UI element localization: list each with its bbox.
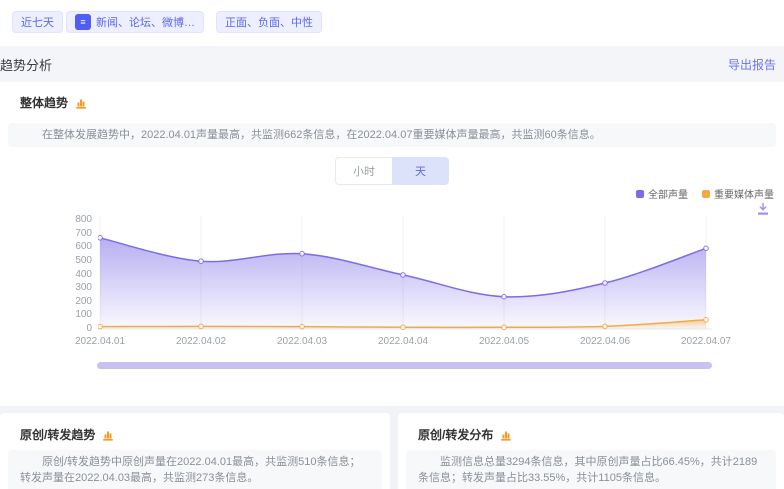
card-title-row: 原创/转发分布 xyxy=(418,426,513,443)
filter-media-types-label: 新闻、论坛、微博… xyxy=(96,14,195,30)
y-tick: 800 xyxy=(75,215,92,225)
y-tick: 300 xyxy=(75,283,92,293)
original-repost-trend-card: 原创/转发趋势 原创/转发趋势中原创声量在2022.04.01最高，共监测510… xyxy=(0,413,390,489)
y-tick: 700 xyxy=(75,229,92,239)
legend-item-total[interactable]: 全部声量 xyxy=(636,186,688,201)
overall-trend-title-row: 整体趋势 xyxy=(20,94,88,111)
legend-marker-total xyxy=(636,190,644,198)
overall-summary: 在整体发展趋势中，2022.04.01声量最高，共监测662条信息，在2022.… xyxy=(8,123,776,147)
card-title: 原创/转发分布 xyxy=(418,426,493,443)
filter-sentiments[interactable]: 正面、负面、中性 xyxy=(216,11,322,33)
media-source-icon: ≡ xyxy=(75,14,91,30)
y-axis: 0 100 200 300 400 500 600 700 800 xyxy=(58,216,92,332)
podium-chart-icon xyxy=(499,428,513,442)
toggle-hour-button[interactable]: 小时 xyxy=(335,157,392,185)
card-title-row: 原创/转发趋势 xyxy=(20,426,115,443)
card-title: 原创/转发趋势 xyxy=(20,426,95,443)
trend-area-chart[interactable] xyxy=(98,216,712,332)
y-tick: 200 xyxy=(75,297,92,307)
section-header: 趋势分析 导出报告 xyxy=(0,46,784,82)
card-summary-text: 监测信息总量3294条信息，其中原创声量占比66.45%，共计2189条信息；转… xyxy=(418,456,757,484)
page: 近七天 ≡ 新闻、论坛、微博… 正面、负面、中性 趋势分析 导出报告 整体趋势 … xyxy=(0,0,784,489)
overall-trend-title: 整体趋势 xyxy=(20,94,68,111)
y-tick: 100 xyxy=(75,310,92,320)
filter-media-types[interactable]: ≡ 新闻、论坛、微博… xyxy=(66,11,204,33)
export-report-link[interactable]: 导出报告 xyxy=(728,56,776,73)
x-tick: 2022.04.05 xyxy=(479,336,529,347)
y-tick: 600 xyxy=(75,242,92,252)
podium-chart-icon xyxy=(74,96,88,110)
legend-label-media: 重要媒体声量 xyxy=(714,186,774,201)
overall-trend-card: 整体趋势 在整体发展趋势中，2022.04.01声量最高，共监测662条信息，在… xyxy=(0,82,784,406)
x-tick: 2022.04.01 xyxy=(75,336,125,347)
chart-legend: 全部声量 重要媒体声量 xyxy=(622,186,774,201)
legend-label-total: 全部声量 xyxy=(648,186,688,201)
legend-item-media[interactable]: 重要媒体声量 xyxy=(702,186,774,201)
x-axis: 2022.04.012022.04.022022.04.032022.04.04… xyxy=(98,336,712,350)
download-chart-icon[interactable] xyxy=(756,202,770,216)
filter-date-range-label: 近七天 xyxy=(21,14,54,30)
filter-bar: 近七天 ≡ 新闻、论坛、微博… 正面、负面、中性 xyxy=(0,0,784,46)
original-repost-distribution-card: 原创/转发分布 监测信息总量3294条信息，其中原创声量占比66.45%，共计2… xyxy=(398,413,784,489)
card-summary-text: 原创/转发趋势中原创声量在2022.04.01最高，共监测510条信息；转发声量… xyxy=(20,456,360,484)
toggle-day-button[interactable]: 天 xyxy=(392,157,449,185)
y-tick: 400 xyxy=(75,270,92,280)
y-tick: 0 xyxy=(86,324,92,334)
legend-marker-media xyxy=(702,190,710,198)
chart-scrollbar[interactable] xyxy=(97,362,712,369)
x-tick: 2022.04.06 xyxy=(580,336,630,347)
filter-date-range[interactable]: 近七天 xyxy=(12,11,63,33)
granularity-toggle: 小时 天 xyxy=(335,157,449,185)
card-summary: 监测信息总量3294条信息，其中原创声量占比66.45%，共计2189条信息；转… xyxy=(406,450,776,489)
filter-sentiments-label: 正面、负面、中性 xyxy=(225,14,313,30)
podium-chart-icon xyxy=(101,428,115,442)
x-tick: 2022.04.07 xyxy=(681,336,731,347)
x-tick: 2022.04.04 xyxy=(378,336,428,347)
y-tick: 500 xyxy=(75,256,92,266)
x-tick: 2022.04.02 xyxy=(176,336,226,347)
x-tick: 2022.04.03 xyxy=(277,336,327,347)
overall-summary-text: 在整体发展趋势中，2022.04.01声量最高，共监测662条信息，在2022.… xyxy=(42,129,601,141)
page-title: 趋势分析 xyxy=(0,55,52,74)
card-summary: 原创/转发趋势中原创声量在2022.04.01最高，共监测510条信息；转发声量… xyxy=(8,450,382,489)
